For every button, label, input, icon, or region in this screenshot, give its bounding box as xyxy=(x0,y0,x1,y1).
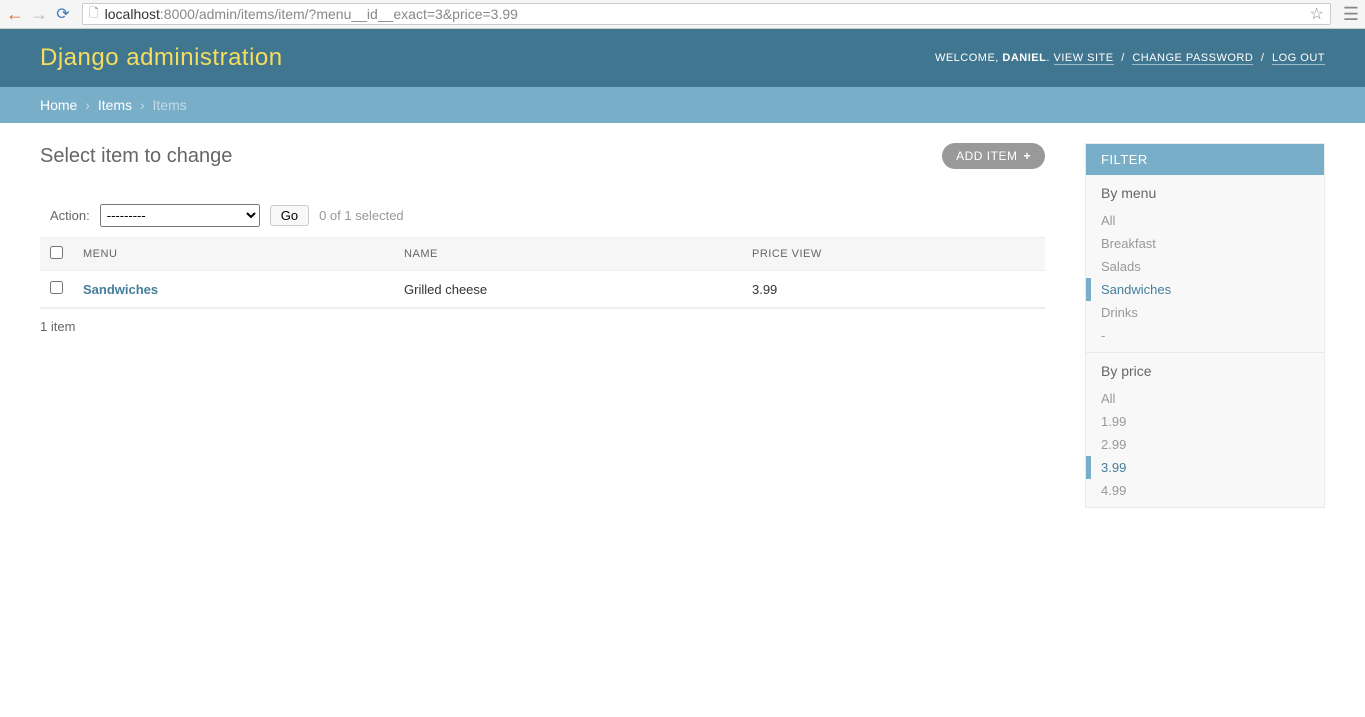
url-path: :8000/admin/items/item/?menu__id__exact=… xyxy=(160,6,518,22)
logout-link[interactable]: LOG OUT xyxy=(1272,52,1325,65)
results-table: MENU NAME PRICE VIEW Sandwiches Grilled c… xyxy=(40,237,1045,309)
filter-item-link[interactable]: All xyxy=(1101,391,1115,406)
filter-section: By menu All Breakfast Salads Sandwiches Drink… xyxy=(1086,175,1324,352)
filter-sidebar: FILTER By menu All Breakfast Salads Sandwich… xyxy=(1085,143,1325,508)
filter-item-link[interactable]: 2.99 xyxy=(1101,437,1126,452)
username: DANIEL xyxy=(1002,52,1046,64)
filter-item-link[interactable]: 1.99 xyxy=(1101,414,1126,429)
site-header: Django administration WELCOME, DANIEL. V… xyxy=(0,29,1365,87)
bookmark-icon[interactable]: ☆ xyxy=(1310,4,1324,24)
filter-item-link[interactable]: Sandwiches xyxy=(1101,282,1171,297)
back-arrow-icon: ← xyxy=(6,4,24,25)
add-item-label: ADD ITEM xyxy=(956,149,1017,163)
breadcrumb-current: Items xyxy=(153,97,187,113)
column-menu[interactable]: MENU xyxy=(73,238,394,271)
filter-item[interactable]: All xyxy=(1101,209,1309,232)
back-button[interactable]: ← xyxy=(6,5,24,23)
filter-item[interactable]: - xyxy=(1101,324,1309,347)
filter-section: By price All 1.99 2.99 3.99 4.99 xyxy=(1086,353,1324,507)
filter-item[interactable]: All xyxy=(1101,387,1309,410)
filter-item[interactable]: 2.99 xyxy=(1101,433,1309,456)
forward-button[interactable]: → xyxy=(30,5,48,23)
breadcrumb-section[interactable]: Items xyxy=(98,97,132,113)
filter-item[interactable]: Salads xyxy=(1101,255,1309,278)
breadcrumb: Home › Items › Items xyxy=(0,87,1365,123)
page-icon: 🗋 xyxy=(89,4,99,25)
action-select[interactable]: --------- xyxy=(100,204,260,227)
page-title: Select item to change xyxy=(40,145,232,168)
site-branding: Django administration xyxy=(40,44,283,72)
actions-bar: Action: --------- Go 0 of 1 selected xyxy=(40,194,1045,237)
filter-item-link[interactable]: All xyxy=(1101,213,1115,228)
row-checkbox[interactable] xyxy=(50,281,63,294)
content: Select item to change ADD ITEM + Action:… xyxy=(0,123,1365,528)
filter-item-link[interactable]: Drinks xyxy=(1101,305,1138,320)
url-host: localhost xyxy=(105,6,160,22)
forward-arrow-icon: → xyxy=(30,4,48,25)
change-password-link[interactable]: CHANGE PASSWORD xyxy=(1132,52,1253,65)
table-row: Sandwiches Grilled cheese3.99 xyxy=(40,271,1045,308)
filter-section-title: By price xyxy=(1101,363,1309,379)
main: Select item to change ADD ITEM + Action:… xyxy=(40,143,1045,508)
browser-toolbar: ← → ⟳ 🗋 localhost:8000/admin/items/item/… xyxy=(0,0,1365,29)
select-all-checkbox[interactable] xyxy=(50,246,63,259)
welcome-text: WELCOME, xyxy=(935,52,999,64)
action-label: Action: xyxy=(50,208,90,223)
filter-header: FILTER xyxy=(1086,144,1324,175)
row-menu-link[interactable]: Sandwiches xyxy=(83,282,158,297)
column-name[interactable]: NAME xyxy=(394,238,742,271)
filter-section-title: By menu xyxy=(1101,185,1309,201)
filter-item[interactable]: 4.99 xyxy=(1101,479,1309,502)
paginator: 1 item xyxy=(40,309,1045,344)
action-counter: 0 of 1 selected xyxy=(319,208,404,223)
filter-item[interactable]: 1.99 xyxy=(1101,410,1309,433)
filter-item-link[interactable]: Salads xyxy=(1101,259,1141,274)
view-site-link[interactable]: VIEW SITE xyxy=(1054,52,1114,65)
hamburger-menu-button[interactable]: ☰ xyxy=(1343,4,1359,25)
column-price[interactable]: PRICE VIEW xyxy=(742,238,1045,271)
action-go-button[interactable]: Go xyxy=(270,205,309,226)
add-item-button[interactable]: ADD ITEM + xyxy=(942,143,1045,169)
breadcrumb-home[interactable]: Home xyxy=(40,97,77,113)
user-tools: WELCOME, DANIEL. VIEW SITE / CHANGE PASS… xyxy=(935,52,1325,64)
filter-item-link[interactable]: Breakfast xyxy=(1101,236,1156,251)
filter-item[interactable]: Sandwiches xyxy=(1086,278,1309,301)
filter-item[interactable]: 3.99 xyxy=(1086,456,1309,479)
filter-item[interactable]: Drinks xyxy=(1101,301,1309,324)
reload-icon: ⟳ xyxy=(56,4,69,24)
reload-button[interactable]: ⟳ xyxy=(54,5,72,23)
filter-item-link[interactable]: 3.99 xyxy=(1101,460,1126,475)
row-price: 3.99 xyxy=(742,271,1045,308)
filter-item-link[interactable]: 4.99 xyxy=(1101,483,1126,498)
url-bar[interactable]: 🗋 localhost:8000/admin/items/item/?menu_… xyxy=(82,3,1331,25)
filter-item-link[interactable]: - xyxy=(1101,328,1105,343)
filter-item[interactable]: Breakfast xyxy=(1101,232,1309,255)
plus-icon: + xyxy=(1023,149,1031,163)
row-name: Grilled cheese xyxy=(394,271,742,308)
